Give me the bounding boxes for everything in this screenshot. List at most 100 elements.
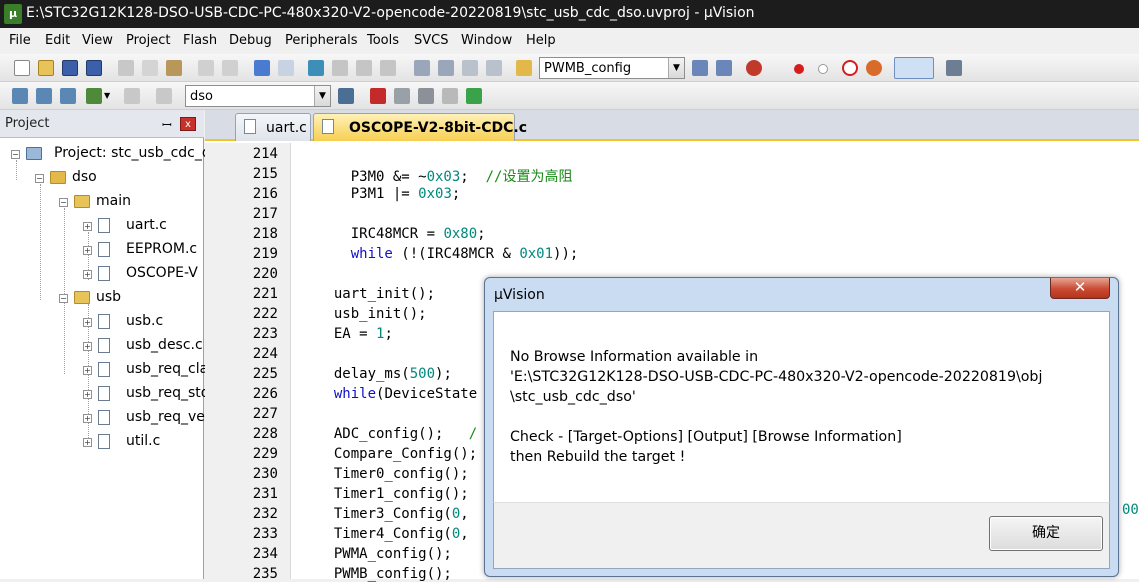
code-token: 500 xyxy=(409,366,436,382)
find-icon[interactable] xyxy=(692,60,708,76)
prev-bookmark-icon[interactable] xyxy=(332,60,348,76)
c-file-icon xyxy=(244,119,256,134)
tree-label: usb_req_cla xyxy=(126,361,209,377)
dialog-message-line: No Browse Information available in xyxy=(510,349,759,365)
code-token: ADC_config(); xyxy=(317,426,469,442)
cut-icon[interactable] xyxy=(118,60,134,76)
project-panel-title: Project xyxy=(5,116,50,131)
nav-back-icon[interactable] xyxy=(254,60,270,76)
build-icon[interactable] xyxy=(36,88,52,104)
menu-window[interactable]: Window xyxy=(461,33,512,48)
folder-icon xyxy=(74,195,90,208)
menu-peripherals[interactable]: Peripherals xyxy=(285,33,358,48)
rebuild-icon[interactable] xyxy=(60,88,76,104)
chevron-down-icon[interactable]: ▼ xyxy=(668,58,684,78)
menu-svcs[interactable]: SVCS xyxy=(414,33,448,48)
undo-icon[interactable] xyxy=(198,60,214,76)
paste-icon[interactable] xyxy=(166,60,182,76)
c-file-icon xyxy=(98,218,110,233)
menu-file[interactable]: File xyxy=(9,33,31,48)
copy-icon[interactable] xyxy=(142,60,158,76)
close-icon[interactable]: ✕ xyxy=(1050,278,1110,299)
target-combo[interactable]: dso ▼ xyxy=(185,85,331,107)
next-bookmark-icon[interactable] xyxy=(356,60,372,76)
comment-icon[interactable] xyxy=(462,60,478,76)
dialog-body: No Browse Information available in 'E:\S… xyxy=(493,311,1110,502)
open-file-icon[interactable] xyxy=(38,60,54,76)
menu-view[interactable]: View xyxy=(82,33,113,48)
incremental-find-icon[interactable] xyxy=(716,60,732,76)
ok-button[interactable]: 确定 xyxy=(989,516,1103,551)
expand-icon[interactable]: + xyxy=(83,366,92,375)
expand-icon[interactable]: + xyxy=(83,414,92,423)
menu-tools[interactable]: Tools xyxy=(367,33,399,48)
window-title: E:\STC32G12K128-DSO-USB-CDC-PC-480x320-V… xyxy=(26,5,755,21)
expand-icon[interactable]: + xyxy=(83,438,92,447)
collapse-icon[interactable]: − xyxy=(59,294,68,303)
window-layout-button[interactable] xyxy=(894,57,934,79)
menu-debug[interactable]: Debug xyxy=(229,33,272,48)
uvision-app-icon[interactable]: µ xyxy=(4,4,22,24)
configure-icon[interactable] xyxy=(946,60,962,76)
batch-build-icon[interactable] xyxy=(86,88,102,104)
line-number: 228 xyxy=(252,426,278,442)
indent-icon[interactable] xyxy=(414,60,430,76)
redo-icon[interactable] xyxy=(222,60,238,76)
clear-breakpoints-icon[interactable] xyxy=(842,60,858,76)
line-number: 224 xyxy=(252,346,278,362)
code-line: P3M1 |= 0x03; xyxy=(317,186,461,202)
line-number: 235 xyxy=(252,566,278,582)
save-icon[interactable] xyxy=(62,60,78,76)
menu-help[interactable]: Help xyxy=(526,33,556,48)
breakpoint-icon[interactable] xyxy=(794,64,804,74)
debug-session-icon[interactable] xyxy=(746,60,762,76)
collapse-icon[interactable]: − xyxy=(11,150,20,159)
line-number: 234 xyxy=(252,546,278,562)
uncomment-icon[interactable] xyxy=(486,60,502,76)
manage-components-icon[interactable] xyxy=(370,88,386,104)
menu-edit[interactable]: Edit xyxy=(45,33,70,48)
collapse-icon[interactable]: − xyxy=(59,198,68,207)
select-packs-icon[interactable] xyxy=(418,88,434,104)
no-browse-info-dialog: µVision ✕ No Browse Information availabl… xyxy=(484,277,1119,577)
nav-forward-icon[interactable] xyxy=(278,60,294,76)
code-token: , xyxy=(460,506,469,522)
save-all-icon[interactable] xyxy=(86,60,102,76)
code-line: IRC48MCR = 0x80; xyxy=(317,226,486,242)
target-options-icon[interactable] xyxy=(338,88,354,104)
expand-icon[interactable]: + xyxy=(83,222,92,231)
expand-icon[interactable]: + xyxy=(83,246,92,255)
menu-flash[interactable]: Flash xyxy=(183,33,217,48)
close-icon[interactable]: x xyxy=(180,117,196,131)
code-token: , xyxy=(460,526,469,542)
tab-label: uart.c xyxy=(266,120,307,136)
unindent-icon[interactable] xyxy=(438,60,454,76)
function-combo[interactable]: PWMB_config ▼ xyxy=(539,57,685,79)
disable-breakpoint-icon[interactable] xyxy=(818,64,828,74)
chevron-down-icon[interactable]: ▼ xyxy=(104,88,114,104)
clear-bookmarks-icon[interactable] xyxy=(380,60,396,76)
pin-icon[interactable]: ꟷ xyxy=(162,116,172,133)
kill-breakpoints-icon[interactable] xyxy=(866,60,882,76)
manage-run-env-icon[interactable] xyxy=(442,88,458,104)
file-extensions-icon[interactable] xyxy=(394,88,410,104)
find-in-files-icon[interactable] xyxy=(516,60,532,76)
pack-installer-icon[interactable] xyxy=(466,88,482,104)
tab-uart-c[interactable]: uart.c xyxy=(235,113,311,141)
expand-icon[interactable]: + xyxy=(83,318,92,327)
menu-project[interactable]: Project xyxy=(126,33,170,48)
download-icon[interactable] xyxy=(156,88,172,104)
chevron-down-icon[interactable]: ▼ xyxy=(314,86,330,106)
expand-icon[interactable]: + xyxy=(83,342,92,351)
code-token: Timer4_Config( xyxy=(317,526,452,542)
expand-icon[interactable]: + xyxy=(83,390,92,399)
translate-icon[interactable] xyxy=(12,88,28,104)
new-file-icon[interactable] xyxy=(14,60,30,76)
stop-build-icon[interactable] xyxy=(124,88,140,104)
bookmark-icon[interactable] xyxy=(308,60,324,76)
expand-icon[interactable]: + xyxy=(83,270,92,279)
collapse-icon[interactable]: − xyxy=(35,174,44,183)
code-line: Timer1_config(); xyxy=(317,486,469,502)
code-token: ; xyxy=(384,326,393,342)
tab-oscope-v2-8bit-cdc-c[interactable]: OSCOPE-V2-8bit-CDC.c xyxy=(313,113,527,141)
